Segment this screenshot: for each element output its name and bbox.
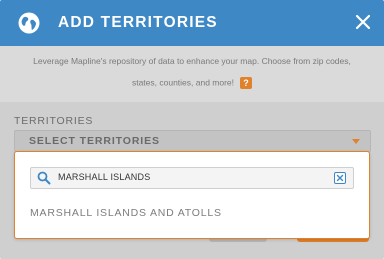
description-line-1: Leverage Mapline's repository of data to…	[33, 56, 351, 66]
territories-dropdown: MARSHALL ISLANDS MARSHALL ISLANDS AND AT…	[14, 151, 370, 239]
description-line-2: states, counties, and more!?	[0, 77, 384, 89]
caret-down-icon	[352, 139, 360, 144]
search-icon	[37, 171, 51, 185]
help-button[interactable]: ?	[240, 77, 253, 89]
territories-label: TERRITORIES	[14, 115, 94, 127]
dialog-title: ADD TERRITORIES	[58, 14, 218, 31]
close-icon[interactable]	[354, 13, 372, 31]
result-item[interactable]: MARSHALL ISLANDS AND ATOLLS	[30, 207, 222, 219]
add-territories-dialog: ADD TERRITORIES Leverage Mapline's repos…	[0, 0, 384, 259]
territory-search-input[interactable]: MARSHALL ISLANDS	[30, 167, 354, 189]
territories-select-placeholder: SELECT TERRITORIES	[29, 135, 160, 147]
description-line-2-text: states, counties, and more!	[131, 77, 235, 88]
territories-select[interactable]: SELECT TERRITORIES	[14, 130, 371, 152]
dialog-header: ADD TERRITORIES	[0, 0, 384, 46]
clear-icon[interactable]	[334, 172, 346, 184]
description-panel: Leverage Mapline's repository of data to…	[0, 46, 384, 102]
globe-icon	[18, 12, 40, 34]
search-value: MARSHALL ISLANDS	[58, 172, 151, 182]
